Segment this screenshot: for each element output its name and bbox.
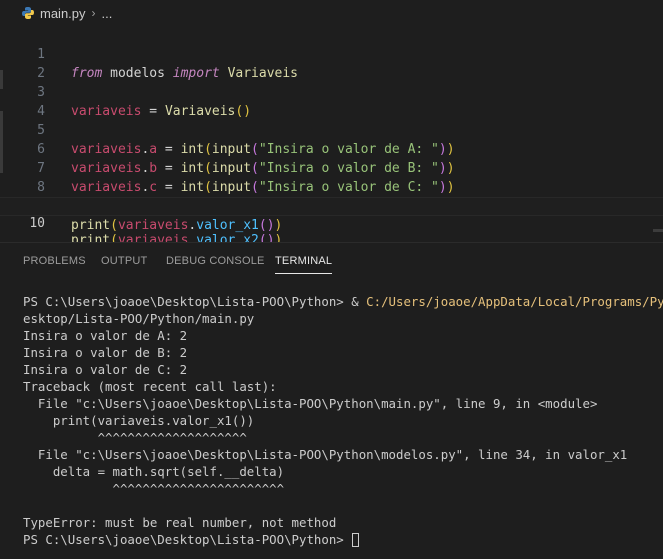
code-line[interactable]: 9 print(variaveis.valor_x1()) xyxy=(0,178,663,233)
bottom-panel: PROBLEMS OUTPUT DEBUG CONSOLE TERMINAL P… xyxy=(0,242,663,559)
code-line[interactable]: 3 variaveis = Variaveis() xyxy=(0,64,663,119)
paren: () xyxy=(258,218,275,233)
code-line-current[interactable]: 10 print(variaveis.valor_x2()) xyxy=(0,197,663,248)
code-line[interactable]: 5 variaveis.a = int(input("Insira o valo… xyxy=(0,102,663,157)
builtin: print xyxy=(71,218,111,233)
terminal-line: Traceback (most recent call last): xyxy=(23,379,277,394)
terminal-output[interactable]: PS C:\Users\joaoe\Desktop\Lista-POO\Pyth… xyxy=(23,293,663,548)
scrollbar-marker[interactable] xyxy=(653,229,663,232)
terminal-line: PS C:\Users\joaoe\Desktop\Lista-POO\Pyth… xyxy=(23,293,663,310)
code-line[interactable]: 8 xyxy=(0,159,663,195)
code-editor[interactable]: 1 from modelos import Variaveis 2 3 vari… xyxy=(0,26,663,248)
breadcrumb-file[interactable]: main.py xyxy=(40,6,86,21)
terminal-prompt: PS C:\Users\joaoe\Desktop\Lista-POO\Pyth… xyxy=(23,532,352,547)
paren: ) xyxy=(274,218,283,233)
terminal-line: esktop/Lista-POO/Python/main.py xyxy=(23,311,255,326)
terminal-line: TypeError: must be real number, not meth… xyxy=(23,515,337,530)
python-file-icon xyxy=(21,6,35,20)
terminal-line: File "c:\Users\joaoe\Desktop\Lista-POO\P… xyxy=(23,447,628,462)
terminal-line: delta = math.sqrt(self.__delta) xyxy=(23,464,285,479)
terminal-line: Insira o valor de B: 2 xyxy=(23,345,188,360)
tab-terminal[interactable]: TERMINAL xyxy=(275,255,333,274)
paren: ( xyxy=(110,218,118,233)
terminal-line: Insira o valor de C: 2 xyxy=(23,362,188,377)
terminal-line: print(variaveis.valor_x1()) xyxy=(23,413,255,428)
terminal-line: ^^^^^^^^^^^^^^^^^^^^ xyxy=(23,430,247,445)
code-line[interactable]: 7 variaveis.c = int(input("Insira o valo… xyxy=(0,140,663,195)
terminal-prompt: PS C:\Users\joaoe\Desktop\Lista-POO\Pyth… xyxy=(23,294,367,309)
variable: variaveis xyxy=(117,218,189,233)
method-name: valor_x1 xyxy=(196,218,259,233)
tab-output[interactable]: OUTPUT xyxy=(101,255,147,267)
breadcrumb-more[interactable]: ... xyxy=(102,6,113,21)
terminal-command-path: C:/Users/joaoe/AppData/Local/Programs/Py… xyxy=(366,294,663,309)
code-line[interactable]: 1 from modelos import Variaveis xyxy=(0,26,663,81)
breadcrumb: main.py › ... xyxy=(0,0,663,26)
tab-problems[interactable]: PROBLEMS xyxy=(23,255,86,267)
terminal-cursor xyxy=(352,533,360,547)
terminal-line: File "c:\Users\joaoe\Desktop\Lista-POO\P… xyxy=(23,396,598,411)
chevron-right-icon: › xyxy=(91,6,96,20)
terminal-line: Insira o valor de A: 2 xyxy=(23,328,188,343)
panel-tabs: PROBLEMS OUTPUT DEBUG CONSOLE TERMINAL xyxy=(0,243,663,279)
code-line[interactable]: 6 variaveis.b = int(input("Insira o valo… xyxy=(0,121,663,176)
tab-debug-console[interactable]: DEBUG CONSOLE xyxy=(166,255,265,267)
code-line[interactable]: 2 xyxy=(0,45,663,81)
terminal-line: ^^^^^^^^^^^^^^^^^^^^^^^ xyxy=(23,481,285,496)
terminal-line[interactable]: PS C:\Users\joaoe\Desktop\Lista-POO\Pyth… xyxy=(23,531,663,548)
code-line[interactable]: 4 xyxy=(0,83,663,119)
line-number: 10 xyxy=(29,216,45,231)
